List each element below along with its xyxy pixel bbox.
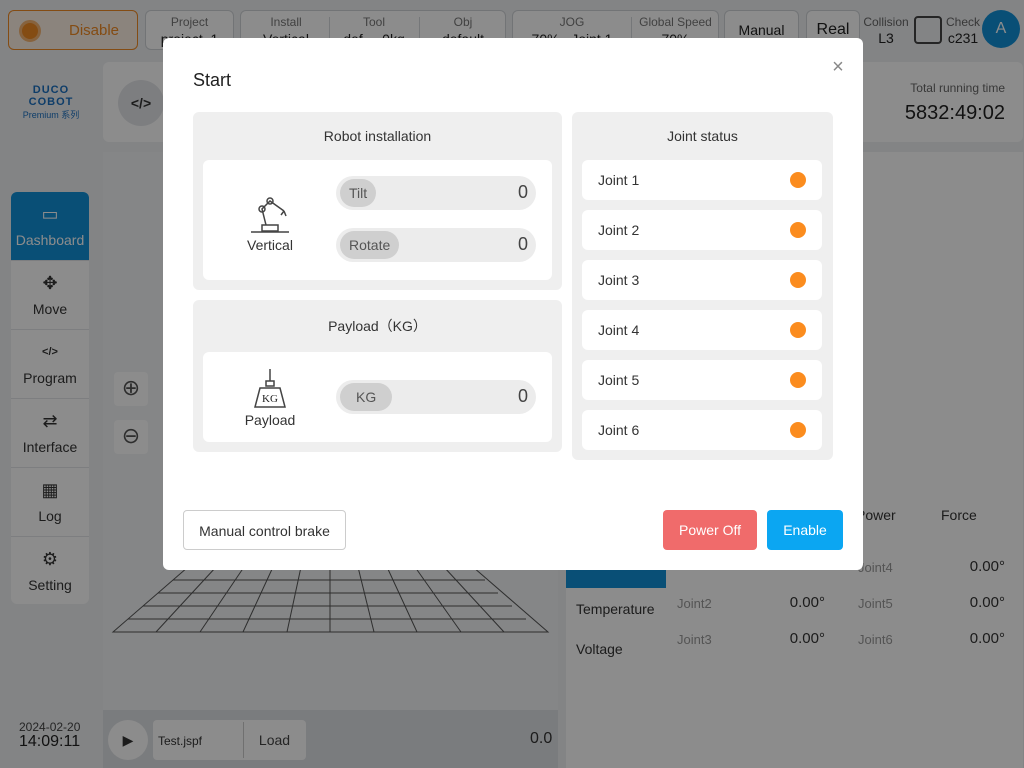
status-dot-icon xyxy=(790,322,806,338)
payload-label: Payload xyxy=(244,412,296,428)
joint-name: Joint 1 xyxy=(598,172,640,188)
close-icon[interactable]: × xyxy=(827,56,849,78)
kg-label: KG xyxy=(340,383,393,411)
robot-installation-panel: Robot installation Vertical Tilt 0 Rotat… xyxy=(193,112,562,290)
installation-card: Vertical Tilt 0 Rotate 0 xyxy=(203,160,552,280)
joint-status-panel: Joint status Joint 1 Joint 2 Joint 3 Joi… xyxy=(572,112,833,460)
panel-title: Robot installation xyxy=(323,128,432,144)
panel-title: Payload（KG） xyxy=(328,318,427,334)
rotate-label: Rotate xyxy=(340,231,400,259)
status-dot-icon xyxy=(790,222,806,238)
status-dot-icon xyxy=(790,172,806,188)
payload-panel: Payload（KG） KG Payload KG 0 xyxy=(193,300,562,452)
status-dot-icon xyxy=(790,272,806,288)
payload-icon-text: KG xyxy=(262,393,278,405)
status-dot-icon xyxy=(790,372,806,388)
status-dot-icon xyxy=(790,422,806,438)
joint-status-row: Joint 5 xyxy=(582,360,822,400)
joint-status-row: Joint 3 xyxy=(582,260,822,300)
dialog-title: Start xyxy=(193,70,232,90)
kg-value: 0 xyxy=(517,386,528,406)
rotate-input[interactable]: Rotate 0 xyxy=(336,228,536,262)
robot-arm-icon xyxy=(251,197,289,233)
joint-status-row: Joint 4 xyxy=(582,310,822,350)
joint-status-row: Joint 1 xyxy=(582,160,822,200)
manual-control-brake-button[interactable]: Manual control brake xyxy=(183,510,346,550)
payload-card: KG Payload KG 0 xyxy=(203,352,552,442)
joint-status-row: Joint 6 xyxy=(582,410,822,450)
tilt-label: Tilt xyxy=(340,179,377,207)
kg-input[interactable]: KG 0 xyxy=(336,380,536,414)
tilt-input[interactable]: Tilt 0 xyxy=(336,176,536,210)
joint-name: Joint 3 xyxy=(598,272,640,288)
joint-name: Joint 2 xyxy=(598,222,640,238)
tilt-value: 0 xyxy=(517,182,528,202)
payload-weight-icon: KG xyxy=(254,369,286,408)
enable-button[interactable]: Enable xyxy=(767,510,843,550)
joint-name: Joint 6 xyxy=(598,422,640,438)
vertical-label: Vertical xyxy=(247,237,293,253)
rotate-value: 0 xyxy=(517,234,528,254)
panel-title: Joint status xyxy=(667,128,738,144)
joint-name: Joint 5 xyxy=(598,372,640,388)
start-dialog: Start × Robot installation Vertical Tilt… xyxy=(163,38,863,570)
power-off-button[interactable]: Power Off xyxy=(663,510,757,550)
joint-status-row: Joint 2 xyxy=(582,210,822,250)
joint-name: Joint 4 xyxy=(598,322,640,338)
